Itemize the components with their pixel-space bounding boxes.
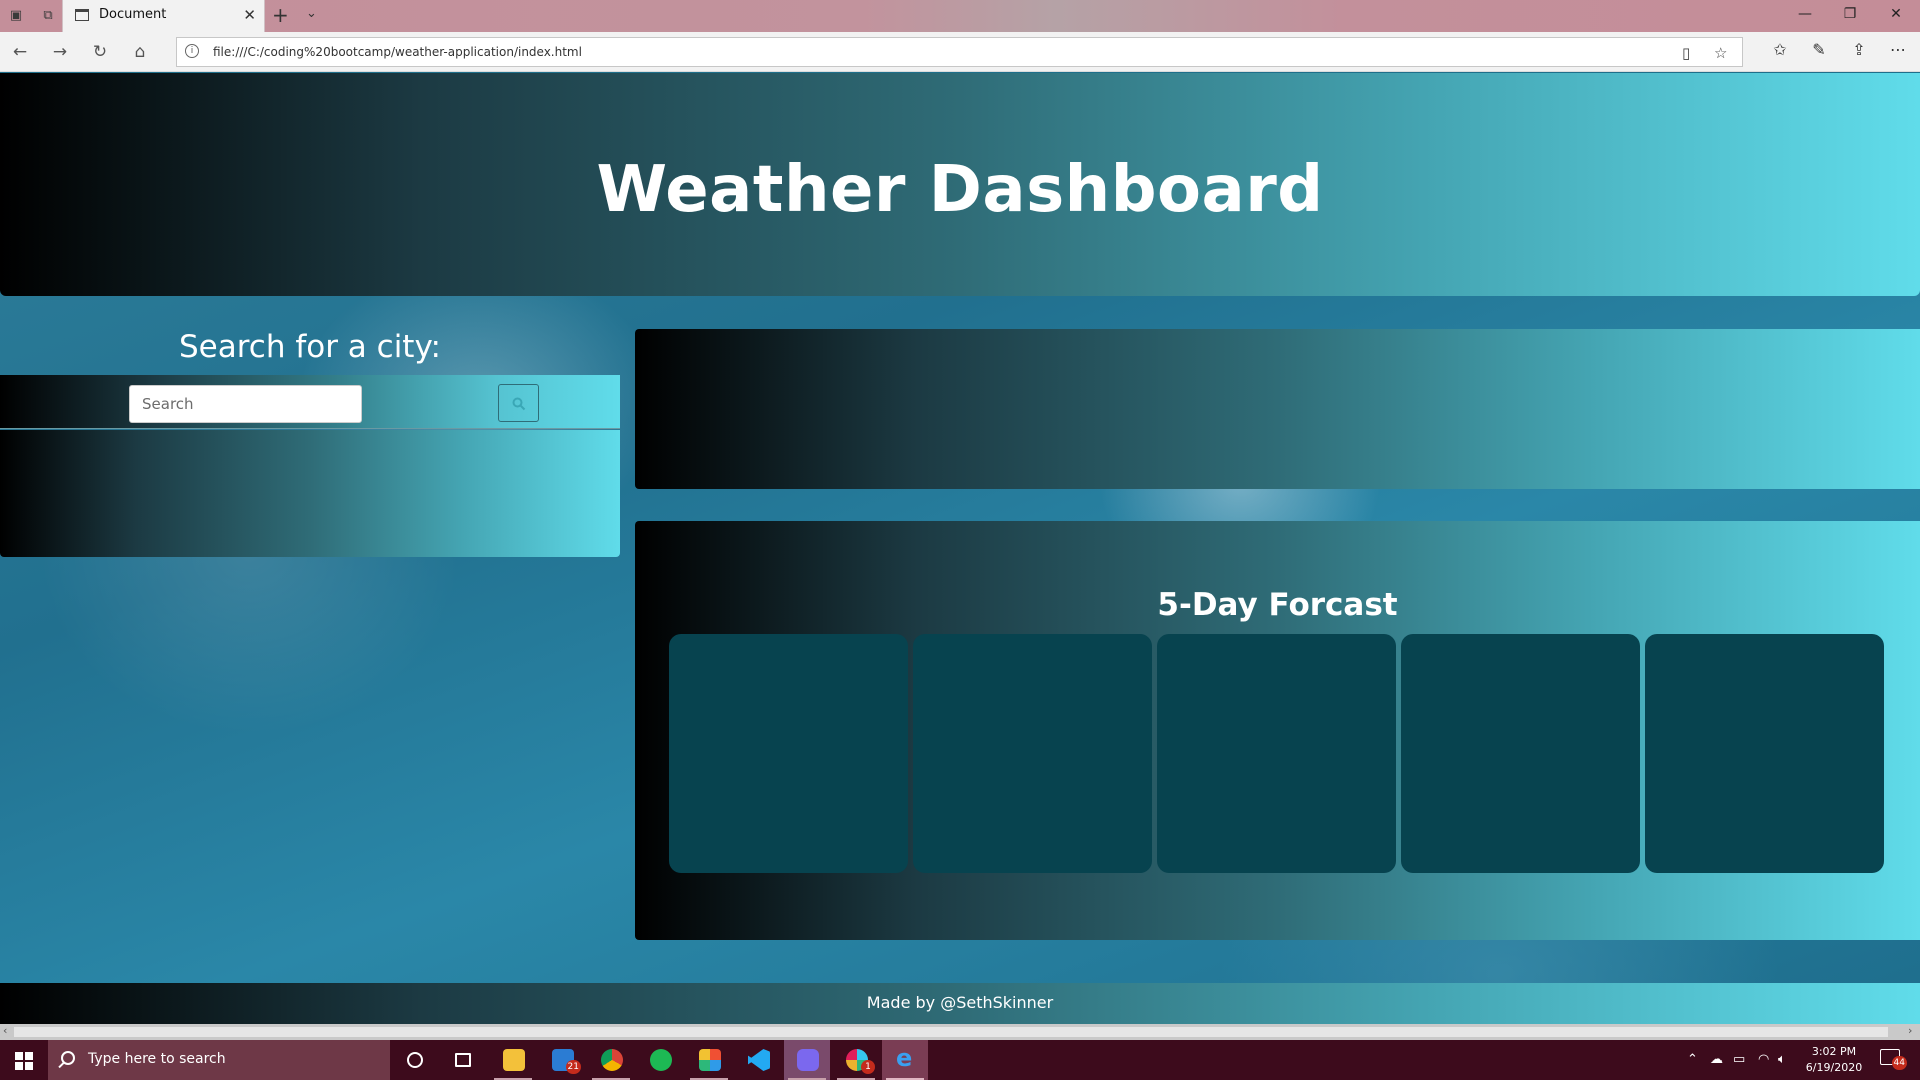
edge-icon: e [896, 1044, 913, 1072]
close-tab-icon[interactable]: ✕ [243, 6, 256, 24]
forecast-card-4 [1401, 634, 1640, 873]
taskbar-mail[interactable]: 21 [539, 1040, 585, 1080]
share-icon[interactable]: ⇪ [1845, 40, 1873, 59]
windows-logo-icon [15, 1052, 33, 1070]
info-icon[interactable]: i [185, 44, 199, 58]
start-button[interactable] [0, 1040, 48, 1080]
tab-document[interactable]: Document ✕ [62, 0, 265, 32]
current-weather-panel [635, 329, 1920, 489]
taskbar-file-explorer[interactable] [490, 1040, 536, 1080]
browser-tab-bar: ▣ ⧉ Document ✕ + ⌄ — ❐ ✕ [0, 0, 1920, 32]
scroll-left-icon[interactable]: ‹ [3, 1024, 7, 1037]
forecast-card-5 [1645, 634, 1884, 873]
chrome-icon [601, 1049, 623, 1071]
taskbar-gitkraken[interactable] [686, 1040, 732, 1080]
show-hidden-icons[interactable]: ⌃ [1687, 1052, 1698, 1067]
forward-icon[interactable]: → [48, 41, 72, 63]
forecast-panel: 5-Day Forcast [635, 521, 1920, 940]
search-bar [0, 375, 620, 429]
discord-icon [797, 1049, 819, 1071]
clock-date: 6/19/2020 [1805, 1061, 1863, 1074]
more-icon[interactable]: ⋯ [1884, 40, 1912, 59]
scroll-right-icon[interactable]: › [1908, 1024, 1912, 1037]
search-history-panel [0, 430, 620, 557]
onedrive-icon[interactable]: ☁ [1710, 1052, 1723, 1067]
tabs-aside-icon[interactable]: ⧉ [38, 6, 58, 26]
taskbar-edge[interactable]: e [882, 1040, 928, 1080]
scrollbar-thumb[interactable] [14, 1027, 1888, 1037]
forecast-cards [669, 634, 1884, 873]
cortana-button[interactable] [392, 1040, 438, 1080]
footer-text: Made by @SethSkinner [866, 993, 1054, 1012]
search-input[interactable] [129, 385, 362, 423]
cortana-icon [407, 1052, 423, 1068]
favorite-star-icon[interactable]: ☆ [1714, 44, 1727, 62]
web-page: Weather Dashboard Search for a city: 5-D… [0, 73, 1920, 1024]
page-header: Weather Dashboard [0, 73, 1920, 296]
action-center-icon[interactable]: 44 [1880, 1049, 1907, 1070]
tab-title: Document [99, 7, 167, 22]
restore-icon[interactable]: ❐ [1830, 6, 1870, 22]
address-input[interactable]: i file:///C:/coding%20bootcamp/weather-a… [176, 37, 1743, 67]
chevron-down-icon[interactable]: ⌄ [306, 6, 317, 21]
pen-icon[interactable]: ✎ [1805, 40, 1833, 59]
taskbar-search-placeholder: Type here to search [88, 1051, 226, 1067]
url-text[interactable]: file:///C:/coding%20bootcamp/weather-app… [213, 45, 582, 59]
page-icon [75, 9, 89, 21]
home-icon[interactable]: ⌂ [128, 41, 152, 63]
forecast-card-2 [913, 634, 1152, 873]
close-window-icon[interactable]: ✕ [1876, 6, 1916, 22]
gitkraken-icon [699, 1049, 721, 1071]
taskbar-clock[interactable]: 3:02 PM 6/19/2020 [1794, 1044, 1874, 1076]
task-view-icon [455, 1053, 471, 1067]
refresh-icon[interactable]: ↻ [88, 41, 112, 63]
back-icon[interactable]: ← [8, 41, 32, 63]
page-footer: Made by @SethSkinner [0, 983, 1920, 1024]
set-tabs-aside-icon[interactable]: ▣ [6, 6, 26, 26]
wifi-icon[interactable]: ◠ [1758, 1052, 1769, 1067]
mail-badge: 21 [565, 1060, 581, 1074]
new-tab-icon[interactable]: + [272, 3, 289, 27]
forecast-card-1 [669, 634, 908, 873]
taskbar-search[interactable]: Type here to search [48, 1040, 390, 1080]
taskbar-discord[interactable] [784, 1040, 830, 1080]
minimize-icon[interactable]: — [1785, 6, 1825, 22]
forecast-title: 5-Day Forcast [1157, 587, 1398, 623]
page-title: Weather Dashboard [596, 153, 1324, 227]
spotify-icon [650, 1049, 672, 1071]
clock-time: 3:02 PM [1811, 1045, 1857, 1058]
search-icon [61, 1051, 75, 1065]
reading-view-icon[interactable]: ▯ [1682, 44, 1690, 62]
taskbar-slack[interactable]: 1 [833, 1040, 879, 1080]
taskbar-spotify[interactable] [637, 1040, 683, 1080]
file-explorer-icon [503, 1049, 525, 1071]
battery-icon[interactable]: ▭ [1733, 1052, 1745, 1067]
task-view-button[interactable] [440, 1040, 486, 1080]
favorites-icon[interactable]: ✩ [1766, 40, 1794, 59]
taskbar-chrome[interactable] [588, 1040, 634, 1080]
forecast-card-3 [1157, 634, 1396, 873]
volume-icon[interactable]: 🔈︎ [1778, 1052, 1786, 1067]
address-bar-row: ← → ↻ ⌂ i file:///C:/coding%20bootcamp/w… [0, 32, 1920, 72]
slack-badge: 1 [861, 1060, 875, 1074]
taskbar-vscode[interactable] [735, 1040, 781, 1080]
horizontal-scrollbar[interactable]: ‹ › [0, 1024, 1920, 1040]
search-button[interactable] [498, 384, 539, 422]
search-label: Search for a city: [178, 329, 442, 365]
notification-badge: 44 [1891, 1056, 1907, 1070]
taskbar: Type here to search 21 1 e ⌃ ☁ ▭ ◠ 🔈︎ 3:… [0, 1040, 1920, 1080]
search-icon [512, 397, 526, 411]
vscode-icon [748, 1049, 770, 1071]
